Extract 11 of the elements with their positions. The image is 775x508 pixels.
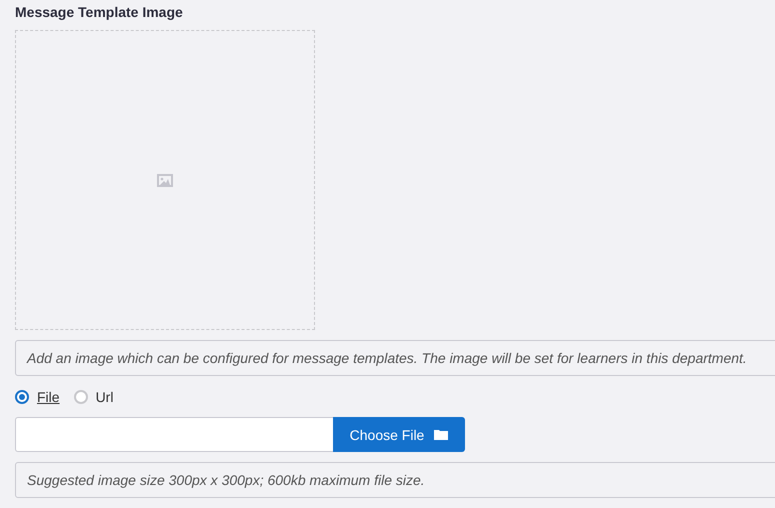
section-title: Message Template Image [15,4,183,20]
radio-label[interactable]: Url [96,389,114,405]
file-path-field[interactable] [15,417,333,452]
radio-button[interactable] [74,390,88,404]
radio-button[interactable] [15,390,29,404]
hint-text: Suggested image size 300px x 300px; 600kb maximum file size. [15,462,775,498]
radio-label[interactable]: File [37,389,60,405]
folder-icon [434,429,448,440]
image-icon [157,174,173,186]
choose-file-button[interactable]: Choose File [333,417,465,452]
description-text: Add an image which can be configured for message templates. The image will be set for learners in this department. [15,340,775,376]
